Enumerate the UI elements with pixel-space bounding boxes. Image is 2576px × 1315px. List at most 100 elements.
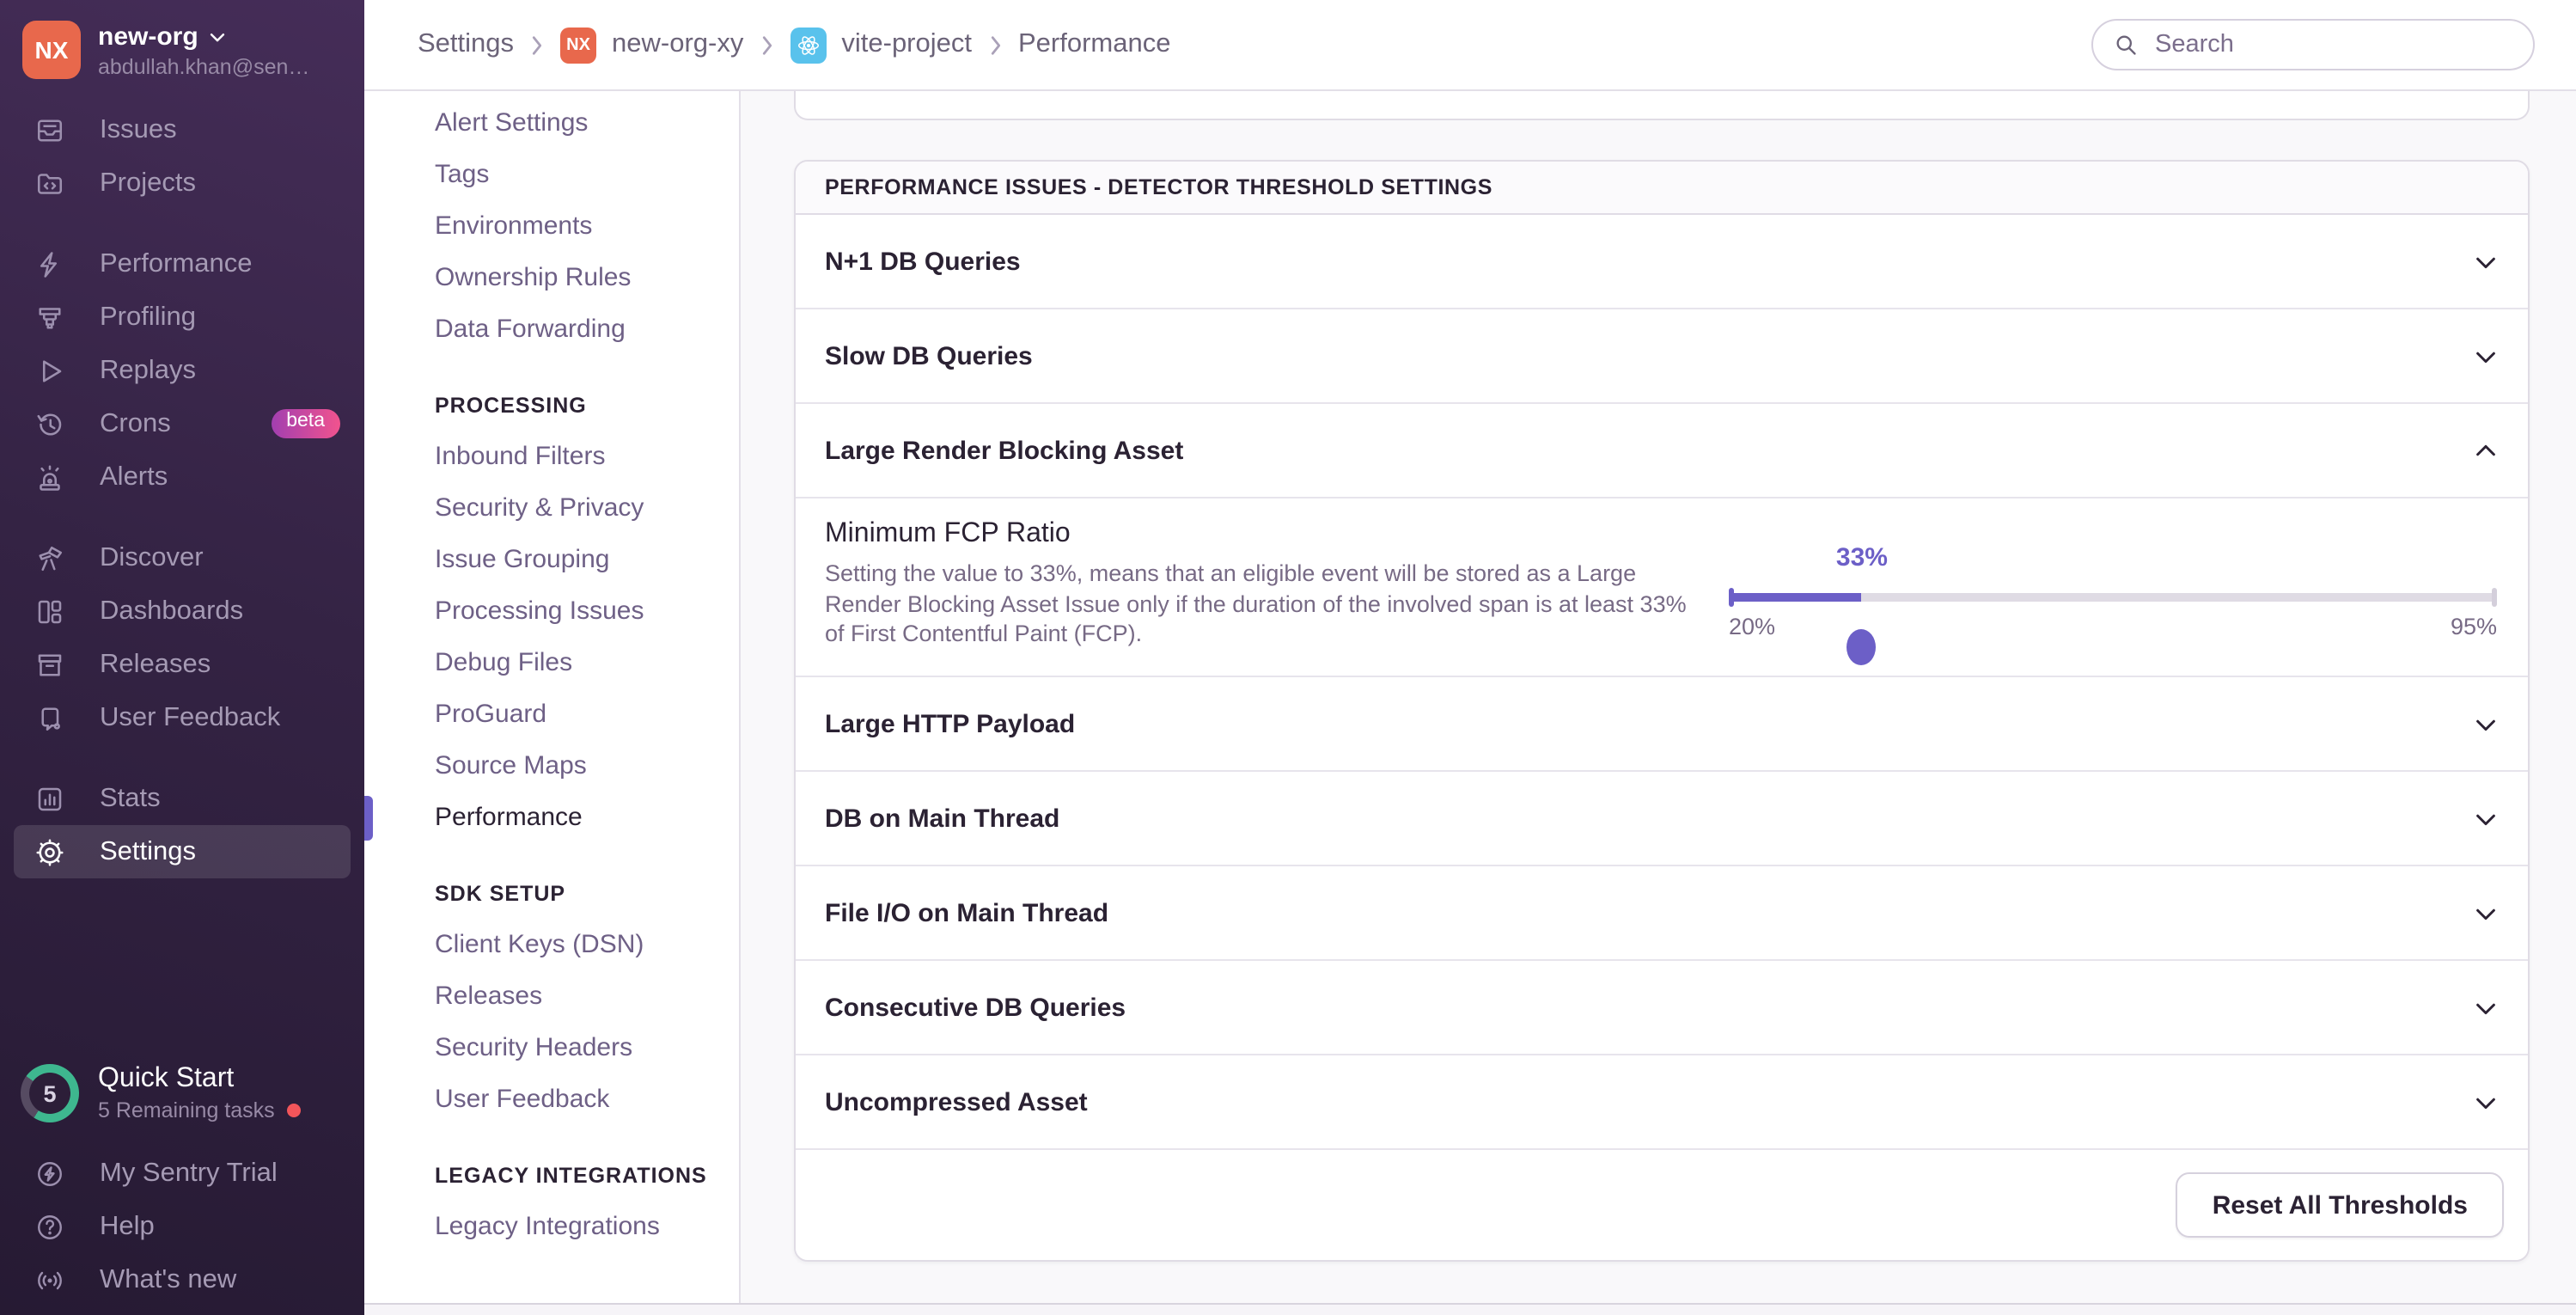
- chevron-down-icon: [2476, 908, 2495, 920]
- sidebar-item-alerts[interactable]: Alerts: [0, 450, 364, 504]
- subnav-item-environments[interactable]: Environments: [364, 201, 739, 253]
- subnav-item-security-privacy[interactable]: Security & Privacy: [364, 483, 739, 535]
- play-icon: [42, 359, 62, 382]
- subnav-item-releases[interactable]: Releases: [364, 971, 739, 1023]
- org-avatar: NX: [22, 21, 81, 79]
- sidebar-item-help[interactable]: Help: [0, 1200, 364, 1253]
- reset-all-thresholds-button[interactable]: Reset All Thresholds: [2176, 1172, 2504, 1238]
- subnav-item-proguard[interactable]: ProGuard: [364, 689, 739, 741]
- sidebar-item-whats-new[interactable]: What's new: [0, 1253, 364, 1306]
- alert-dot: [286, 1104, 301, 1117]
- sidebar-item-releases[interactable]: Releases: [0, 638, 364, 691]
- row-uncompressed-asset[interactable]: Uncompressed Asset: [796, 1055, 2528, 1150]
- previous-panel-bottom: [794, 89, 2530, 120]
- horizontal-scrollbar-track[interactable]: [364, 1303, 2576, 1315]
- chevron-down-icon: [2476, 351, 2495, 363]
- subnav-item-tags[interactable]: Tags: [364, 150, 739, 201]
- row-consecutive-db-queries[interactable]: Consecutive DB Queries: [796, 961, 2528, 1055]
- org-email: abdullah.khan@sen…: [98, 54, 310, 78]
- search-icon: [2116, 35, 2136, 55]
- org-badge: NX: [560, 27, 597, 63]
- chevron-down-icon: [2476, 256, 2495, 268]
- row-large-http-payload[interactable]: Large HTTP Payload: [796, 677, 2528, 772]
- row-large-render-blocking-asset[interactable]: Large Render Blocking Asset: [796, 404, 2528, 498]
- sidebar-item-crons[interactable]: Crons beta: [0, 397, 364, 450]
- beta-badge: beta: [271, 409, 340, 438]
- breadcrumb-project[interactable]: vite-project: [841, 29, 972, 60]
- trial-bolt-icon: [38, 1161, 62, 1185]
- sidebar-item-projects[interactable]: Projects: [0, 156, 364, 210]
- row-file-io-on-main-thread[interactable]: File I/O on Main Thread: [796, 866, 2528, 961]
- siren-icon: [40, 464, 60, 490]
- fcp-ratio-slider[interactable]: 33% 20% 95%: [1729, 543, 2497, 664]
- subnav-section-sdk-setup: SDK SETUP: [435, 882, 566, 906]
- breadcrumb-settings[interactable]: Settings: [418, 29, 514, 60]
- breadcrumb: Settings NX new-org-xy vite-project Perf…: [364, 27, 1170, 63]
- minimum-fcp-ratio-description: Setting the value to 33%, means that an …: [825, 560, 1687, 646]
- subnav-item-issue-grouping[interactable]: Issue Grouping: [364, 535, 739, 586]
- subnav-item-user-feedback[interactable]: User Feedback: [364, 1074, 739, 1126]
- dashboards-icon: [38, 599, 62, 623]
- row-n-plus-one-db-queries[interactable]: N+1 DB Queries: [796, 215, 2528, 309]
- slider-min-label: 20%: [1729, 614, 1776, 639]
- row-db-on-main-thread[interactable]: DB on Main Thread: [796, 772, 2528, 866]
- search-box: [2091, 19, 2535, 70]
- sidebar-item-performance[interactable]: Performance: [0, 237, 364, 291]
- bar-chart-icon: [38, 786, 62, 810]
- subnav-section-processing: PROCESSING: [435, 394, 587, 418]
- main-content: PERFORMANCE ISSUES - DETECTOR THRESHOLD …: [741, 89, 2576, 1303]
- quick-start-progress-ring: 5: [21, 1064, 79, 1122]
- chevron-down-icon: [2476, 813, 2495, 825]
- sidebar-item-my-sentry-trial[interactable]: My Sentry Trial: [0, 1147, 364, 1200]
- sidebar-item-profiling[interactable]: Profiling: [0, 291, 364, 344]
- sidebar-item-issues[interactable]: Issues: [0, 103, 364, 156]
- row-slow-db-queries[interactable]: Slow DB Queries: [796, 309, 2528, 404]
- react-project-icon: [790, 27, 827, 63]
- subnav-item-processing-issues[interactable]: Processing Issues: [364, 586, 739, 638]
- subnav-item-client-keys[interactable]: Client Keys (DSN): [364, 920, 739, 971]
- sidebar-item-replays[interactable]: Replays: [0, 344, 364, 397]
- slider-max-label: 95%: [2450, 614, 2497, 639]
- org-switcher[interactable]: NX new-org abdullah.khan@sen…: [0, 0, 364, 89]
- org-name: new-org: [98, 21, 198, 51]
- panel-title: PERFORMANCE ISSUES - DETECTOR THRESHOLD …: [796, 162, 2528, 215]
- breadcrumb-org[interactable]: new-org-xy: [612, 29, 743, 60]
- panel-footer: Reset All Thresholds: [796, 1150, 2528, 1260]
- search-input[interactable]: [2152, 29, 2512, 60]
- subnav-item-alert-settings[interactable]: Alert Settings: [364, 98, 739, 150]
- sidebar-item-dashboards[interactable]: Dashboards: [0, 584, 364, 638]
- sidebar-item-user-feedback[interactable]: User Feedback: [0, 691, 364, 744]
- chevron-down-icon: [211, 33, 225, 41]
- minimum-fcp-ratio-label: Minimum FCP Ratio: [825, 519, 1071, 548]
- subnav-item-debug-files[interactable]: Debug Files: [364, 638, 739, 689]
- quick-start[interactable]: 5 Quick Start 5 Remaining tasks: [0, 1064, 364, 1147]
- subnav-item-security-headers[interactable]: Security Headers: [364, 1023, 739, 1074]
- primary-sidebar: NX new-org abdullah.khan@sen… Issues Pro…: [0, 0, 364, 1315]
- profiling-icon: [39, 307, 61, 328]
- subnav-section-legacy: LEGACY INTEGRATIONS: [435, 1164, 707, 1188]
- subnav-item-source-maps[interactable]: Source Maps: [364, 741, 739, 792]
- sidebar-item-stats[interactable]: Stats: [0, 772, 364, 825]
- subnav-item-ownership-rules[interactable]: Ownership Rules: [364, 253, 739, 304]
- chevron-down-icon: [2476, 1002, 2495, 1014]
- subnav-item-performance[interactable]: Performance: [364, 792, 739, 844]
- slider-track[interactable]: [1729, 588, 2497, 664]
- archive-icon: [38, 653, 62, 676]
- sentry-settings-page: NX new-org abdullah.khan@sen… Issues Pro…: [0, 0, 2576, 1315]
- chevron-up-icon: [2476, 443, 2495, 456]
- slider-track-fill: [1729, 593, 1862, 602]
- projects-icon: [37, 173, 63, 193]
- megaphone-icon: [41, 706, 60, 731]
- chevron-down-icon: [2476, 1097, 2495, 1109]
- subnav-item-legacy-integrations[interactable]: Legacy Integrations: [364, 1202, 739, 1253]
- gear-icon: [36, 838, 64, 865]
- quick-start-count: 5: [43, 1080, 57, 1106]
- subnav-item-data-forwarding[interactable]: Data Forwarding: [364, 304, 739, 356]
- sidebar-item-settings[interactable]: Settings: [14, 825, 351, 878]
- subnav-item-inbound-filters[interactable]: Inbound Filters: [364, 431, 739, 483]
- help-icon: [38, 1214, 62, 1239]
- chevron-down-icon: [2476, 719, 2495, 731]
- clock-history-icon: [37, 413, 62, 435]
- chevron-right-icon: [990, 35, 1000, 54]
- sidebar-item-discover[interactable]: Discover: [0, 531, 364, 584]
